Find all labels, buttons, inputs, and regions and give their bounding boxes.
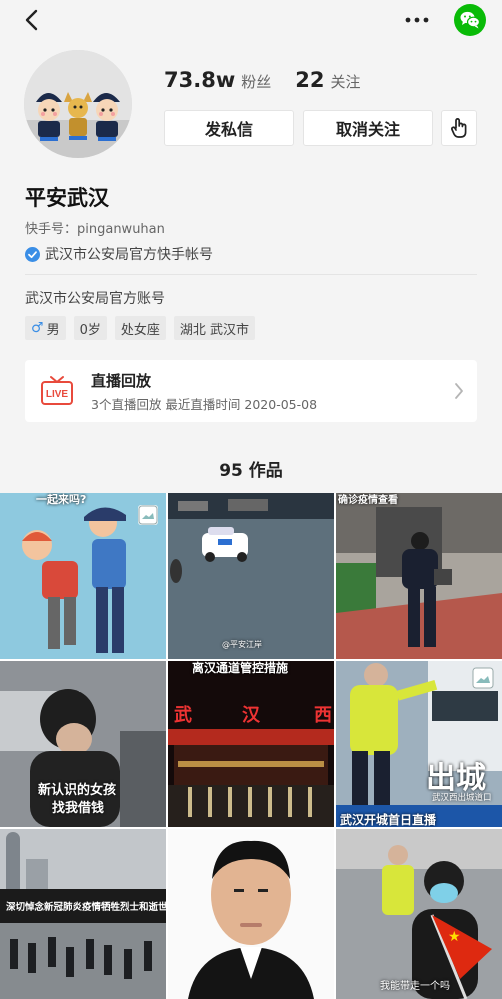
message-button[interactable]: 发私信 — [164, 110, 294, 146]
live-replay-card[interactable]: LIVE 直播回放 3个直播回放 最近直播时间 2020-05-08 — [25, 360, 477, 422]
verified-check-icon — [25, 246, 40, 262]
thumb-7-caption: 深切悼念新冠肺炎疫情牺牲烈士和逝世同胞 — [6, 902, 166, 913]
gallery-icon — [472, 667, 494, 689]
back-button[interactable] — [18, 6, 48, 36]
video-thumb-9[interactable]: ★ 我能带走一个吗 — [336, 829, 502, 999]
male-icon: ♂ — [31, 320, 44, 336]
thumb-2-caption: @平安江岸 — [222, 640, 262, 649]
avatar[interactable] — [24, 50, 132, 158]
chevron-right-icon — [455, 383, 463, 399]
video-thumb-6[interactable]: 出城 武汉西出城道口 武汉开城首日直播 — [336, 661, 502, 827]
video-thumb-2[interactable]: @平安江岸 — [168, 493, 334, 659]
live-title: 直播回放 — [91, 372, 152, 390]
gallery-icon — [138, 505, 158, 525]
thumb-1-caption: 一起来吗? — [36, 493, 87, 506]
following-count[interactable]: 22 — [295, 68, 324, 92]
video-thumb-5[interactable]: 离汉通道管控措施 武 汉 西 — [168, 661, 334, 827]
thumb-8-image — [168, 829, 334, 999]
thumb-6-caption-small: 武汉西出城道口 — [432, 793, 492, 803]
thumb-5-char-2: 汉 — [242, 705, 260, 726]
hand-pointer-icon — [451, 118, 467, 138]
fans-label[interactable]: 粉丝 — [241, 71, 271, 92]
wechat-icon — [460, 11, 481, 29]
thumb-7-image — [0, 829, 166, 999]
thumb-5-char-3: 西 — [314, 705, 332, 726]
thumb-6-caption-bottom: 武汉开城首日直播 — [340, 813, 437, 827]
live-icon: LIVE — [41, 376, 73, 405]
top-bar — [0, 0, 502, 44]
account-id[interactable]: 快手号：pinganwuhan — [25, 218, 165, 237]
thumb-5-image — [168, 661, 334, 827]
more-button[interactable] — [402, 8, 432, 32]
tag-gender: ♂ 男 — [25, 316, 66, 340]
thumb-3-caption: 确诊疫情查看 — [338, 495, 398, 506]
tag-zodiac: 处女座 — [114, 316, 166, 340]
unfollow-button[interactable]: 取消关注 — [303, 110, 433, 146]
video-grid: 一起来吗? @平安江岸 确诊疫情查看 新认识的女孩 找我借钱 离汉通道管控措施 … — [0, 493, 502, 999]
profile-tags: ♂ 男 0岁 处女座 湖北 武汉市 — [25, 316, 263, 340]
thumb-4-caption-line1: 新认识的女孩 — [38, 783, 117, 798]
chevron-left-icon — [25, 9, 38, 31]
svg-text:★: ★ — [448, 929, 461, 945]
following-label[interactable]: 关注 — [330, 71, 360, 92]
verified-text: 武汉市公安局官方快手帐号 — [45, 247, 213, 263]
verified-badge: 武汉市公安局官方快手帐号 — [25, 244, 213, 264]
thumb-2-image — [168, 493, 334, 659]
profile-name: 平安武汉 — [25, 186, 109, 210]
thumb-9-caption: 我能带走一个吗 — [380, 981, 450, 992]
more-dots-icon — [405, 17, 429, 23]
live-subtitle: 3个直播回放 最近直播时间 2020-05-08 — [91, 397, 318, 412]
fans-count[interactable]: 73.8w — [164, 68, 235, 92]
works-count: 95 作品 — [219, 461, 283, 481]
video-thumb-8[interactable] — [168, 829, 334, 999]
tag-location: 湖北 武汉市 — [173, 316, 256, 340]
video-thumb-3[interactable]: 确诊疫情查看 — [336, 493, 502, 659]
thumb-4-caption-line2: 找我借钱 — [52, 801, 105, 816]
tag-age: 0岁 — [73, 316, 107, 340]
live-icon-text: LIVE — [46, 389, 69, 400]
thumb-9-image: ★ — [336, 829, 502, 999]
bio: 武汉市公安局官方账号 — [25, 291, 165, 307]
thumb-5-caption: 离汉通道管控措施 — [192, 661, 289, 675]
wechat-share-button[interactable] — [454, 4, 486, 36]
tag-gender-label: 男 — [46, 322, 60, 338]
divider — [25, 274, 477, 275]
video-thumb-1[interactable]: 一起来吗? — [0, 493, 166, 659]
profile-stats: 73.8w 粉丝 22 关注 — [164, 68, 384, 100]
avatar-image — [24, 50, 132, 158]
thumb-5-char-1: 武 — [174, 705, 192, 726]
profile-more-button[interactable] — [441, 110, 477, 146]
video-thumb-4[interactable]: 新认识的女孩 找我借钱 — [0, 661, 166, 827]
video-thumb-7[interactable]: 深切悼念新冠肺炎疫情牺牲烈士和逝世同胞 — [0, 829, 166, 999]
thumb-3-image — [336, 493, 502, 659]
